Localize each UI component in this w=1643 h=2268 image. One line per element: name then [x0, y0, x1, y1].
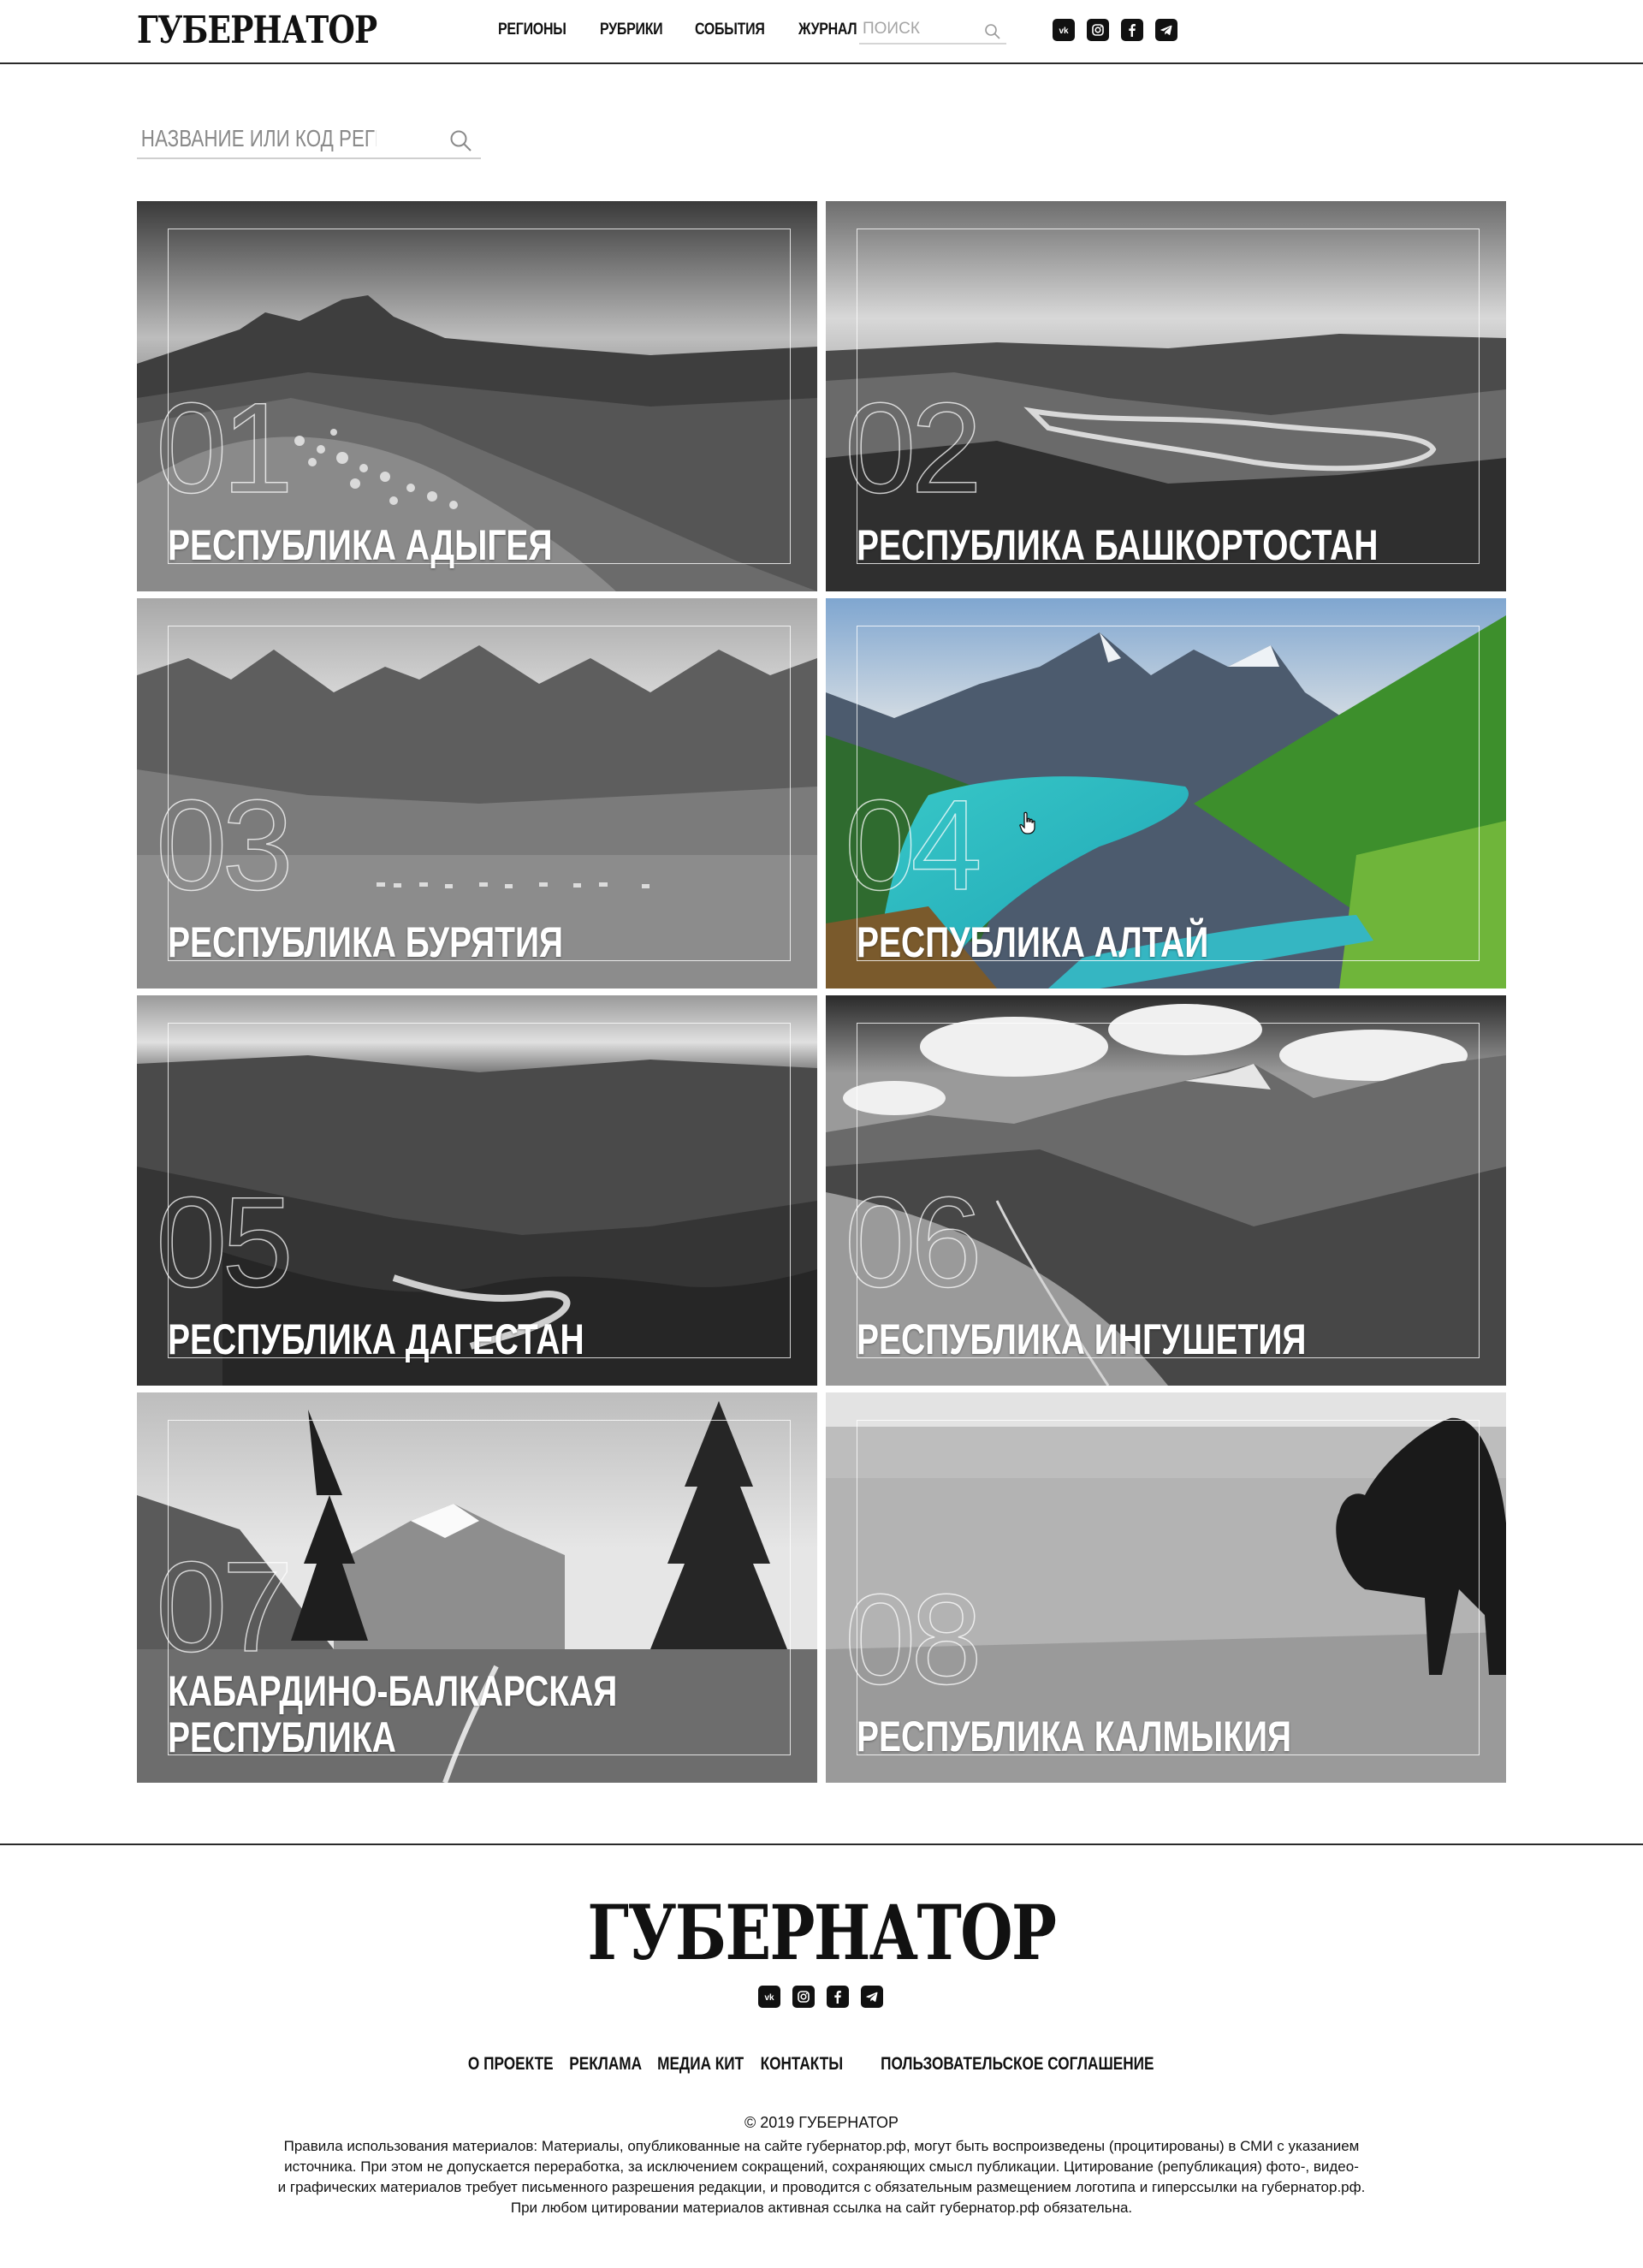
region-card[interactable]: 07 КАБАРДИНО-БАЛКАРСКАЯ РЕСПУБЛИКА [137, 1392, 817, 1783]
region-name: РЕСПУБЛИКА АЛТАЙ [857, 918, 1209, 966]
region-code: 03 [155, 773, 294, 917]
header-search-input[interactable] [859, 17, 970, 41]
region-name: РЕСПУБЛИКА БАШКОРТОСТАН [857, 521, 1379, 569]
hand-cursor-icon [1019, 811, 1035, 834]
region-code: 07 [155, 1535, 294, 1678]
region-card[interactable]: 08 РЕСПУБЛИКА КАЛМЫКИЯ [826, 1392, 1506, 1783]
search-icon[interactable] [448, 128, 474, 154]
region-code: 08 [844, 1567, 982, 1711]
footer-link-media-kit[interactable]: МЕДИА КИТ [657, 2054, 744, 2075]
facebook-icon[interactable] [827, 1986, 849, 2008]
nav-item-events[interactable]: СОБЫТИЯ [695, 21, 765, 39]
header-social-links: vk [1053, 19, 1177, 41]
region-name: РЕСПУБЛИКА КАЛМЫКИЯ [857, 1713, 1292, 1760]
header-search [859, 17, 1006, 45]
copyright: © 2019 ГУБЕРНАТОР [744, 2114, 899, 2131]
legal-line: и графических материалов требует письмен… [277, 2179, 1366, 2195]
search-icon[interactable] [984, 23, 1001, 40]
region-name: РЕСПУБЛИКА АДЫГЕЯ [168, 521, 553, 569]
region-name: КАБАРДИНО-БАЛКАРСКАЯ РЕСПУБЛИКА [168, 1667, 618, 1761]
footer-link-ads[interactable]: РЕКЛАМА [569, 2054, 642, 2075]
telegram-icon[interactable] [861, 1986, 883, 2008]
footer-social-links: vk [758, 1986, 883, 2008]
nav-item-journal[interactable]: ЖУРНАЛ [798, 21, 857, 39]
region-code: 02 [844, 376, 982, 520]
region-card[interactable]: 04 РЕСПУБЛИКА АЛТАЙ [826, 598, 1506, 989]
region-code: 05 [155, 1170, 294, 1314]
legal-line: источника. При этом не допускается перер… [284, 2158, 1359, 2175]
site-footer: ГУБЕРНАТОР vk О ПРОЕКТЕ РЕКЛАМА МЕДИА КИ… [0, 1843, 1643, 2268]
region-name: РЕСПУБЛИКА БУРЯТИЯ [168, 918, 564, 966]
region-card[interactable]: 01 РЕСПУБЛИКА АДЫГЕЯ [137, 201, 817, 591]
footer-logo[interactable]: ГУБЕРНАТОР [588, 1891, 1058, 1974]
footer-link-contacts[interactable]: КОНТАКТЫ [761, 2054, 844, 2075]
region-code: 01 [155, 376, 294, 520]
instagram-icon[interactable] [792, 1986, 815, 2008]
svg-text:vk: vk [1059, 27, 1069, 36]
nav-item-rubrics[interactable]: РУБРИКИ [600, 21, 663, 39]
main-nav: РЕГИОНЫ РУБРИКИ СОБЫТИЯ ЖУРНАЛ [498, 21, 869, 39]
region-code: 06 [844, 1170, 982, 1314]
site-header: ГУБЕРНАТОР РЕГИОНЫ РУБРИКИ СОБЫТИЯ ЖУРНА… [0, 0, 1643, 64]
legal-line: Правила использования материалов: Матери… [283, 2138, 1360, 2154]
site-logo[interactable]: ГУБЕРНАТОР [137, 9, 377, 53]
footer-nav: О ПРОЕКТЕ РЕКЛАМА МЕДИА КИТ КОНТАКТЫ ПОЛ… [0, 2054, 1643, 2075]
region-card[interactable]: 02 РЕСПУБЛИКА БАШКОРТОСТАН [826, 201, 1506, 591]
region-name: РЕСПУБЛИКА ИНГУШЕТИЯ [857, 1315, 1307, 1363]
instagram-icon[interactable] [1087, 19, 1109, 41]
svg-text:vk: vk [764, 1993, 774, 2003]
region-card[interactable]: 05 РЕСПУБЛИКА ДАГЕСТАН [137, 995, 817, 1386]
region-card[interactable]: 03 РЕСПУБЛИКА БУРЯТИЯ [137, 598, 817, 989]
region-search [137, 122, 481, 159]
facebook-icon[interactable] [1121, 19, 1143, 41]
vk-icon[interactable]: vk [1053, 19, 1075, 41]
vk-icon[interactable]: vk [758, 1986, 780, 2008]
region-grid: 01 РЕСПУБЛИКА АДЫГЕЯ 02 РЕСПУБЛИКА БАШКО… [137, 201, 1506, 1783]
nav-item-regions[interactable]: РЕГИОНЫ [498, 21, 566, 39]
legal-text: Правила использования материалов: Матери… [214, 2136, 1429, 2218]
region-card[interactable]: 06 РЕСПУБЛИКА ИНГУШЕТИЯ [826, 995, 1506, 1386]
footer-logo-wrap: ГУБЕРНАТОР [0, 1891, 1643, 1974]
legal-line: При любом цитировании материалов активна… [510, 2200, 1133, 2216]
region-code: 04 [844, 773, 982, 917]
footer-link-about[interactable]: О ПРОЕКТЕ [468, 2054, 554, 2075]
region-name: РЕСПУБЛИКА ДАГЕСТАН [168, 1315, 584, 1363]
telegram-icon[interactable] [1155, 19, 1177, 41]
footer-link-user-agreement[interactable]: ПОЛЬЗОВАТЕЛЬСКОЕ СОГЛАШЕНИЕ [881, 2054, 1154, 2075]
region-search-input[interactable] [137, 122, 377, 156]
